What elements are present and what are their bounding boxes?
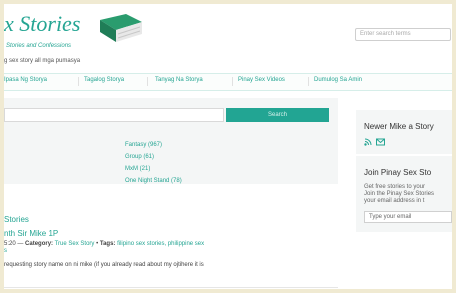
category-link-group[interactable]: Group (61) [125, 154, 154, 160]
post-date: 5:20 [4, 241, 16, 247]
header-search-input[interactable]: Enter search terms [355, 28, 451, 41]
search-button[interactable]: Search [226, 108, 329, 122]
sidebar-join-text-2: Join the Pinay Sex Stories [364, 191, 435, 197]
nav-item-videos[interactable]: Pinay Sex Videos [238, 77, 285, 83]
post-excerpt: requesting story name on ni mike (if you… [4, 262, 204, 268]
page: x Stories Stories and Confessions g sex … [4, 4, 452, 289]
category-link-one-night-stand[interactable]: One Night Stand (78) [125, 178, 182, 184]
nav-divider [78, 77, 79, 86]
rss-icon[interactable] [364, 138, 372, 146]
sidebar-join-text-1: Get free stories to your [364, 184, 426, 190]
post-tags-links[interactable]: filipino sex stories, philippine sex [117, 241, 204, 247]
nav-item-dumulog[interactable]: Dumulog Sa Amin [314, 77, 362, 83]
nav-divider [147, 77, 148, 86]
sidebar-join-text-3: your email address in t [364, 198, 425, 204]
post-title-link[interactable]: nth Sir Mike 1P [4, 229, 58, 238]
nav-item-tanyag[interactable]: Tanyag Na Storya [155, 77, 203, 83]
post-tags-more[interactable]: s [4, 248, 7, 254]
nav-divider [232, 77, 233, 86]
nav-item-ipasa[interactable]: Ipasa Ng Storya [4, 77, 47, 83]
site-tagline: g sex story all mga pumasya [4, 58, 81, 64]
category-label: Category: [25, 241, 54, 247]
nav-divider [308, 77, 309, 86]
post-meta: 5:20 — Category: True Sex Story • Tags: … [4, 240, 338, 248]
sidebar-newer-widget: Newer Mike a Story [356, 110, 452, 154]
sidebar-email-input[interactable]: Type your email [364, 211, 452, 223]
sidebar-newer-title: Newer Mike a Story [364, 122, 434, 131]
main-nav: Ipasa Ng Storya Tagalog Storya Tanyag Na… [4, 73, 452, 91]
category-link-fantasy[interactable]: Fantasy (967) [125, 142, 162, 148]
sidebar-join-widget: Join Pinay Sex Sto Get free stories to y… [356, 156, 452, 232]
site-logo-subtitle: Stories and Confessions [6, 43, 72, 49]
tags-label: Tags: [99, 241, 116, 247]
post-category-link[interactable]: True Sex Story [55, 241, 95, 247]
nav-item-tagalog[interactable]: Tagalog Storya [84, 77, 124, 83]
stories-heading: Stories [4, 215, 29, 224]
main-search-input[interactable] [4, 108, 224, 122]
category-link-mxm[interactable]: MxM (21) [125, 166, 150, 172]
email-icon[interactable] [376, 138, 385, 146]
post-divider [4, 287, 338, 288]
book-logo-icon[interactable] [96, 14, 144, 44]
site-logo-title[interactable]: x Stories [4, 11, 80, 37]
meta-separator: — [17, 241, 26, 247]
sidebar-join-title: Join Pinay Sex Sto [364, 168, 432, 177]
